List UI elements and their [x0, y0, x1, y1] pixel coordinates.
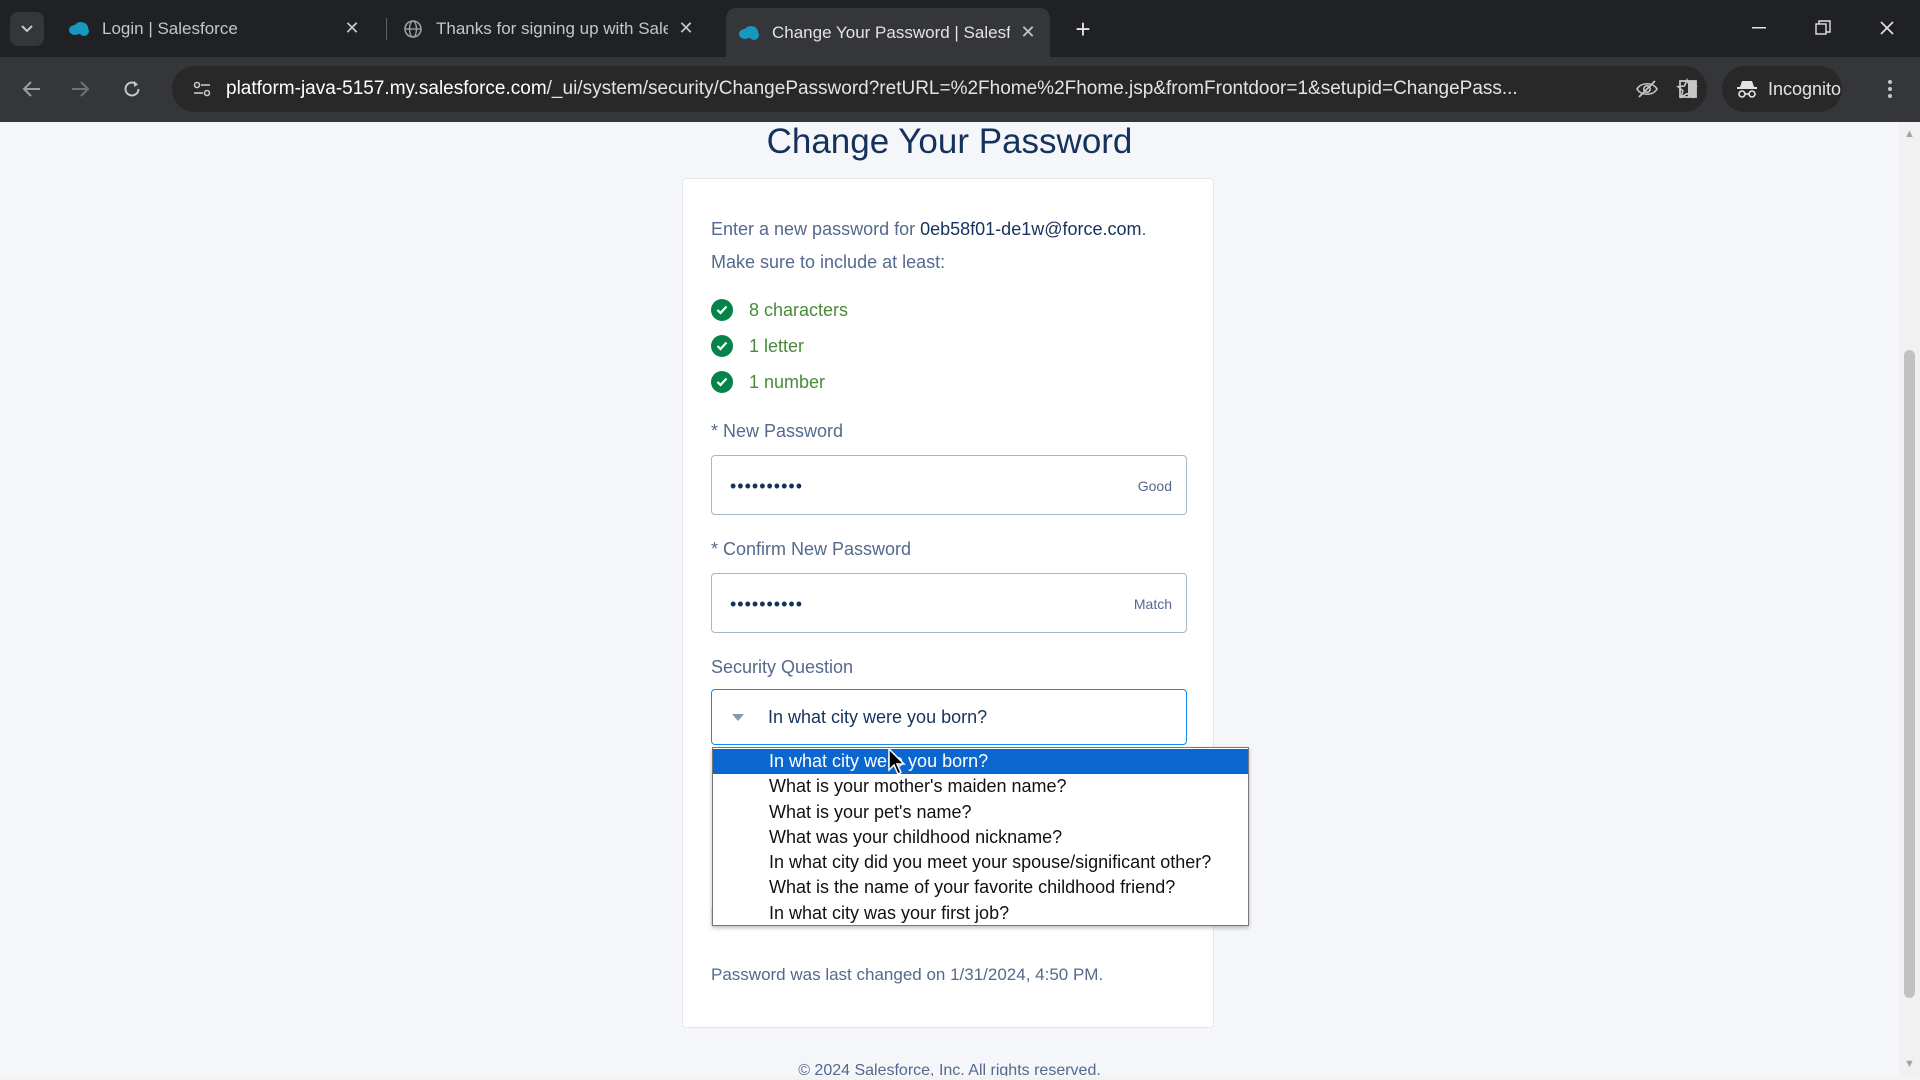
dropdown-option[interactable]: What is the name of your favorite childh…: [713, 875, 1248, 900]
confirm-password-label: * Confirm New Password: [711, 539, 911, 560]
requirement-label: 8 characters: [749, 299, 849, 320]
url-host: platform-java-5157.my.salesforce.com: [226, 78, 547, 99]
selected-question: In what city were you born?: [768, 707, 988, 727]
tab-search-button[interactable]: [10, 12, 44, 46]
url-path: /_ui/system/security/ChangePassword?retU…: [546, 78, 1518, 99]
confirm-password-label-text: Confirm New Password: [723, 539, 912, 559]
chevron-down-icon: [21, 25, 33, 33]
close-icon[interactable]: ✕: [1018, 22, 1038, 43]
intro-suffix: .: [1141, 219, 1147, 239]
check-circle-icon: [711, 299, 733, 321]
site-settings-icon[interactable]: [178, 80, 226, 98]
security-question-dropdown: In what city were you born? What is your…: [712, 747, 1249, 926]
tab-login-salesforce[interactable]: Login | Salesforce ✕: [56, 8, 374, 49]
dropdown-option[interactable]: In what city did you meet your spouse/si…: [713, 850, 1248, 875]
incognito-icon: [1736, 79, 1758, 99]
tab-change-your-password[interactable]: Change Your Password | Salesfo ✕: [726, 8, 1050, 57]
address-bar[interactable]: platform-java-5157.my.salesforce.com/_ui…: [172, 66, 1707, 112]
page-title: Change Your Password: [766, 122, 1133, 161]
caret-down-icon: [732, 714, 744, 721]
dropdown-option[interactable]: What is your mother's maiden name?: [713, 774, 1248, 799]
tab-thanks-for-signing-up[interactable]: Thanks for signing up with Sale ✕: [390, 8, 708, 49]
new-tab-plus-icon[interactable]: +: [1066, 12, 1100, 46]
scroll-thumb[interactable]: [1904, 350, 1915, 998]
mouse-cursor-icon: [888, 748, 906, 776]
restore-icon[interactable]: [1800, 8, 1846, 48]
dropdown-option[interactable]: In what city was your first job?: [713, 901, 1248, 926]
close-icon[interactable]: ✕: [676, 18, 696, 39]
eye-slash-icon[interactable]: [1627, 79, 1667, 99]
required-asterisk: *: [711, 421, 724, 441]
security-question-label: Security Question: [711, 657, 854, 677]
page-scrollbar[interactable]: ▲ ▼: [1899, 122, 1920, 1076]
reload-icon[interactable]: [114, 71, 150, 107]
scroll-up-icon[interactable]: ▲: [1903, 128, 1916, 141]
requirement-item: 1 number: [711, 371, 825, 393]
dropdown-option[interactable]: What is your pet's name?: [713, 800, 1248, 825]
globe-icon: [402, 18, 424, 40]
scroll-down-icon[interactable]: ▼: [1903, 1058, 1916, 1071]
security-question-select[interactable]: In what city were you born?: [711, 689, 1187, 745]
intro-prefix: Enter a new password for: [711, 219, 921, 239]
forward-arrow-icon[interactable]: [62, 71, 98, 107]
requirement-label: 1 number: [749, 371, 826, 392]
back-arrow-icon[interactable]: [14, 71, 50, 107]
tab-title: Login | Salesforce: [102, 18, 238, 38]
copyright-footer: © 2024 Salesforce, Inc. All rights reser…: [798, 1062, 1101, 1076]
new-password-field[interactable]: •••••••••• Good: [711, 455, 1187, 515]
requirement-item: 1 letter: [711, 335, 804, 357]
page-viewport: Change Your Password Enter a new passwor…: [0, 122, 1899, 1076]
make-sure-text: Make sure to include at least:: [711, 252, 946, 272]
dropdown-option[interactable]: In what city were you born?: [713, 749, 1248, 775]
url-text[interactable]: platform-java-5157.my.salesforce.com/_ui…: [226, 78, 1627, 100]
close-icon[interactable]: ✕: [342, 18, 362, 39]
password-match-indicator: Match: [1133, 596, 1172, 612]
tab-title: Thanks for signing up with Sale: [436, 18, 668, 38]
password-last-changed: Password was last changed on 1/31/2024, …: [711, 965, 1104, 984]
side-panel-icon[interactable]: [1670, 71, 1706, 107]
check-circle-icon: [711, 371, 733, 393]
incognito-indicator[interactable]: Incognito: [1722, 66, 1842, 112]
new-password-label-text: New Password: [723, 421, 844, 441]
tab-title: Change Your Password | Salesfo: [772, 22, 1010, 42]
new-password-label: * New Password: [711, 421, 843, 442]
required-asterisk: *: [711, 539, 724, 559]
requirement-item: 8 characters: [711, 299, 848, 321]
intro-text: Enter a new password for 0eb58f01-de1w@f…: [711, 213, 1147, 279]
confirm-password-field[interactable]: •••••••••• Match: [711, 573, 1187, 633]
minimize-icon[interactable]: [1736, 8, 1782, 48]
new-password-value: ••••••••••: [730, 476, 804, 496]
requirement-label: 1 letter: [749, 335, 805, 356]
kebab-menu-icon[interactable]: [1872, 71, 1908, 107]
browser-toolbar: platform-java-5157.my.salesforce.com/_ui…: [0, 57, 1920, 122]
incognito-label: Incognito: [1768, 78, 1842, 99]
dropdown-option[interactable]: What was your childhood nickname?: [713, 825, 1248, 850]
browser-tab-bar: Login | Salesforce ✕ Thanks for signing …: [0, 0, 1920, 57]
salesforce-cloud-icon: [738, 22, 760, 44]
window-close-icon[interactable]: [1864, 8, 1910, 48]
check-circle-icon: [711, 335, 733, 357]
password-strength-indicator: Good: [1137, 478, 1172, 494]
confirm-password-value: ••••••••••: [730, 594, 804, 614]
salesforce-cloud-icon: [68, 18, 90, 40]
user-email: 0eb58f01-de1w@force.com: [920, 219, 1142, 239]
tab-divider: [386, 18, 387, 40]
